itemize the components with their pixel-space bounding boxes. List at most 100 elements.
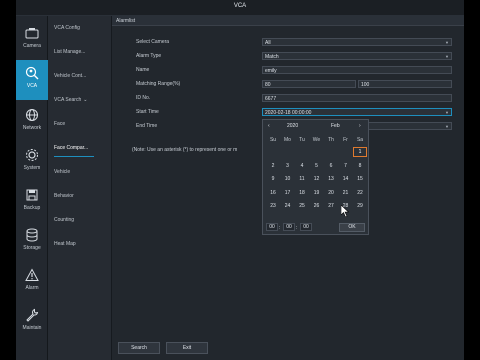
ok-button[interactable]: OK xyxy=(339,223,365,232)
calendar-day[interactable]: 10 xyxy=(281,174,295,184)
window-title: VCA xyxy=(233,3,247,9)
month-value[interactable]: Feb xyxy=(331,123,340,129)
next-month-button[interactable]: › xyxy=(359,123,361,129)
minute-field[interactable]: 00 xyxy=(283,223,295,231)
rail-item-alarm[interactable]: Alarm xyxy=(16,262,48,302)
weekday-label: Fr xyxy=(343,137,348,143)
calendar-day[interactable]: 3 xyxy=(281,161,295,171)
exit-button[interactable]: Exit xyxy=(166,342,208,354)
select-camera-label: Select Camera xyxy=(136,39,170,45)
weekday-label: Tu xyxy=(299,137,305,143)
subnav-label: Face Compar... xyxy=(54,145,89,151)
year-value[interactable]: 2020 xyxy=(287,123,298,129)
calendar-day[interactable]: 18 xyxy=(295,188,309,198)
calendar-day[interactable]: 21 xyxy=(339,188,353,198)
id-no-label: ID No. xyxy=(136,95,151,101)
calendar-day[interactable]: 8 xyxy=(353,161,367,171)
calendar-day[interactable]: 22 xyxy=(353,188,367,198)
rail-label: VCA xyxy=(26,83,38,89)
date-picker-header: ‹ 2020 Feb › xyxy=(263,120,370,132)
app-window: Camera VCA Network System Backup Storage… xyxy=(16,16,464,360)
id-no-field[interactable]: 6677 xyxy=(262,94,452,102)
name-field[interactable]: emily xyxy=(262,66,452,74)
mouse-cursor-icon xyxy=(341,205,349,217)
matching-range-min-field[interactable]: 80 xyxy=(262,80,356,88)
start-time-field[interactable]: 2020-02-18 00:00:00 ▼ xyxy=(262,108,452,116)
prev-month-button[interactable]: ‹ xyxy=(268,123,270,129)
calendar-day[interactable]: 2 xyxy=(266,161,280,171)
calendar-day[interactable]: 23 xyxy=(266,201,280,211)
subnav-item-list-manage[interactable]: List Manage... xyxy=(48,40,112,64)
subnav-label: Counting xyxy=(54,217,75,223)
subnav-label: Face xyxy=(54,121,66,127)
rail-item-vca[interactable]: VCA xyxy=(16,60,48,100)
matching-range-max-field[interactable]: 100 xyxy=(358,80,452,88)
subnav-item-behavior[interactable]: Behavior xyxy=(48,184,112,208)
rail-item-network[interactable]: Network xyxy=(16,102,48,142)
calendar-day[interactable]: 26 xyxy=(310,201,324,211)
calendar-day[interactable]: 17 xyxy=(281,188,295,198)
calendar-day[interactable]: 9 xyxy=(266,174,280,184)
calendar-day[interactable]: 5 xyxy=(310,161,324,171)
calendar-dropdown-icon: ▼ xyxy=(445,124,449,129)
active-indicator xyxy=(54,156,94,157)
calendar-day[interactable]: 4 xyxy=(295,161,309,171)
start-time-value: 2020-02-18 00:00:00 xyxy=(265,110,312,116)
calendar-dropdown-icon: ▼ xyxy=(445,110,449,115)
calendar-day[interactable]: 24 xyxy=(281,201,295,211)
rail-item-backup[interactable]: Backup xyxy=(16,182,48,222)
title-bar: VCA xyxy=(16,0,464,16)
search-button[interactable]: Search xyxy=(118,342,160,354)
rail-label: Camera xyxy=(23,43,41,49)
subnav-label: List Manage... xyxy=(54,49,86,55)
calendar-day[interactable]: 29 xyxy=(353,201,367,211)
subnav-label: Vehicle Cont... xyxy=(54,73,87,79)
content-panel: Alarmlist Select Camera All ▼ Alarm Type … xyxy=(112,16,464,360)
calendar-day[interactable]: 7 xyxy=(339,161,353,171)
calendar-day[interactable]: 16 xyxy=(266,188,280,198)
calendar-day[interactable]: 15 xyxy=(353,174,367,184)
subnav-item-vehicle[interactable]: Vehicle xyxy=(48,160,112,184)
hour-field[interactable]: 00 xyxy=(266,223,278,231)
subnav-item-face[interactable]: Face xyxy=(48,112,112,136)
calendar-day[interactable]: 6 xyxy=(324,161,338,171)
calendar-day[interactable]: 19 xyxy=(310,188,324,198)
wrench-icon xyxy=(26,308,39,322)
rail-item-system[interactable]: System xyxy=(16,142,48,182)
subnav-label: VCA Search xyxy=(54,97,82,103)
second-field[interactable]: 00 xyxy=(300,223,312,231)
rail-item-maintain[interactable]: Maintain xyxy=(16,302,48,342)
subnav-item-vca-search[interactable]: VCA Search ⌄ xyxy=(48,88,112,112)
subnav-item-vehicle-control[interactable]: Vehicle Cont... xyxy=(48,64,112,88)
subnav-item-vca-config[interactable]: VCA Config xyxy=(48,16,112,40)
date-picker-popup: ‹ 2020 Feb › Su Mo Tu We Th Fr Sa 1 2 3 4 5 6 7 8 9 10 1… xyxy=(262,119,369,235)
calendar-day[interactable]: 11 xyxy=(295,174,309,184)
tab-label: Alarmlist xyxy=(116,18,136,24)
alarm-type-dropdown[interactable]: Match ▼ xyxy=(262,52,452,60)
calendar-day[interactable]: 27 xyxy=(324,201,338,211)
subnav-item-counting[interactable]: Counting xyxy=(48,208,112,232)
rail-label: Maintain xyxy=(22,325,42,331)
database-icon xyxy=(26,228,38,242)
calendar-day[interactable]: 14 xyxy=(339,174,353,184)
vca-subnav: VCA Config List Manage... Vehicle Cont..… xyxy=(48,16,112,360)
time-separator: : xyxy=(279,225,281,231)
subnav-label: Vehicle xyxy=(54,169,71,175)
select-camera-value: All xyxy=(265,40,271,46)
calendar-day-selected[interactable]: 1 xyxy=(353,147,367,157)
rail-item-camera[interactable]: Camera xyxy=(16,20,48,60)
select-camera-dropdown[interactable]: All ▼ xyxy=(262,38,452,46)
weekday-label: Th xyxy=(328,137,334,143)
name-label: Name xyxy=(136,67,150,73)
rail-item-storage[interactable]: Storage xyxy=(16,222,48,262)
gear-icon xyxy=(26,149,38,161)
subnav-item-face-comparison[interactable]: Face Compar... xyxy=(48,136,112,160)
tab-alarmlist[interactable]: Alarmlist xyxy=(112,16,464,26)
calendar-day[interactable]: 25 xyxy=(295,201,309,211)
time-separator: : xyxy=(296,225,298,231)
calendar-day[interactable]: 12 xyxy=(310,174,324,184)
calendar-day[interactable]: 20 xyxy=(324,188,338,198)
calendar-day[interactable]: 13 xyxy=(324,174,338,184)
subnav-item-heat-map[interactable]: Heat Map xyxy=(48,232,112,256)
weekday-label: Sa xyxy=(356,137,364,143)
